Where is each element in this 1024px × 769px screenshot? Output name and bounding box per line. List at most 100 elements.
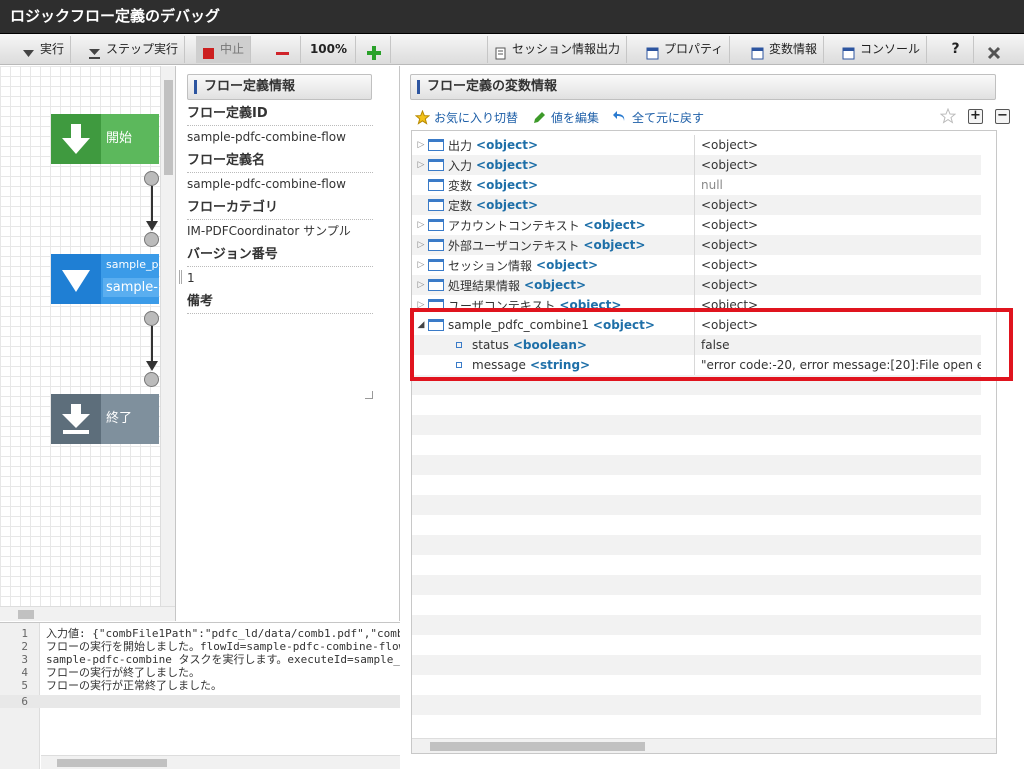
grid-vertical-scrollbar[interactable] bbox=[981, 131, 996, 739]
document-icon bbox=[494, 43, 507, 60]
flow-vertical-scrollbar[interactable] bbox=[160, 66, 175, 606]
stop-label: 中止 bbox=[220, 42, 245, 56]
arrow-down-icon bbox=[51, 394, 101, 444]
variables-label: 変数情報 bbox=[769, 42, 818, 56]
table-row[interactable]: ▷ セッション情報 <object> <object> bbox=[412, 255, 996, 275]
expand-arrow-icon[interactable]: ▷ bbox=[416, 220, 426, 230]
collapse-all-icon[interactable]: − bbox=[995, 108, 1010, 124]
console-horizontal-scrollbar[interactable] bbox=[41, 755, 400, 769]
connector-dot[interactable] bbox=[144, 311, 159, 326]
connector-dot[interactable] bbox=[144, 372, 159, 387]
properties-button[interactable]: プロパティ bbox=[640, 36, 731, 63]
scroll-thumb[interactable] bbox=[57, 759, 167, 767]
table-row[interactable]: 変数 <object> null bbox=[412, 175, 996, 195]
flow-name-value: sample-pdfc-combine-flow bbox=[187, 177, 346, 191]
undo-icon bbox=[613, 110, 625, 121]
empty-row bbox=[412, 535, 996, 555]
var-type: <object> bbox=[476, 158, 539, 172]
table-row[interactable]: ▷ 出力 <object> <object> bbox=[412, 135, 996, 155]
table-row[interactable]: ▷ 処理結果情報 <object> <object> bbox=[412, 275, 996, 295]
var-type: <object> bbox=[583, 218, 646, 232]
expand-all-icon[interactable]: + bbox=[968, 108, 983, 124]
scroll-thumb[interactable] bbox=[164, 80, 173, 175]
edit-value-button[interactable]: 値を編集 bbox=[532, 108, 599, 126]
console-button[interactable]: コンソール bbox=[836, 36, 928, 63]
run-button[interactable]: 実行 bbox=[16, 36, 72, 63]
table-row[interactable]: ▷ 入力 <object> <object> bbox=[412, 155, 996, 175]
line-text: sample-pdfc-combine タスクを実行します。executeId=… bbox=[46, 653, 400, 666]
end-node[interactable]: 終了 bbox=[51, 394, 159, 444]
flow-name-label: フロー定義名 bbox=[187, 149, 373, 173]
console-pane[interactable]: 1 入力値: {"combFile1Path":"pdfc_ld/data/com… bbox=[0, 622, 400, 769]
end-node-label: 終了 bbox=[106, 411, 133, 426]
zoom-level: 100% bbox=[302, 36, 356, 63]
var-name: 変数 bbox=[448, 178, 473, 193]
empty-row bbox=[412, 495, 996, 515]
splitter-handle[interactable] bbox=[179, 270, 182, 284]
empty-row bbox=[412, 695, 996, 715]
highlight-box bbox=[410, 308, 1013, 381]
variables-title: フロー定義の変数情報 bbox=[410, 74, 996, 100]
flow-info-pane: フロー定義情報 フロー定義ID sample-pdfc-combine-flow… bbox=[177, 66, 400, 621]
expand-arrow-icon[interactable]: ▷ bbox=[416, 280, 426, 290]
help-button[interactable]: ? bbox=[938, 36, 974, 63]
line-number: 6 bbox=[21, 695, 28, 708]
var-name: 定数 bbox=[448, 198, 473, 213]
var-value: <object> bbox=[701, 278, 759, 292]
star-icon bbox=[415, 109, 430, 125]
expand-arrow-icon[interactable]: ▷ bbox=[416, 260, 426, 270]
variables-button[interactable]: 変数情報 bbox=[745, 36, 825, 63]
connector-dot[interactable] bbox=[144, 232, 159, 247]
start-node[interactable]: 開始 bbox=[51, 114, 159, 164]
object-icon bbox=[428, 239, 444, 251]
var-type: <object> bbox=[583, 238, 646, 252]
scroll-thumb[interactable] bbox=[18, 610, 34, 619]
connector-dot[interactable] bbox=[144, 171, 159, 186]
zoom-in-button[interactable] bbox=[357, 36, 391, 63]
table-row[interactable]: 定数 <object> <object> bbox=[412, 195, 996, 215]
object-icon bbox=[428, 159, 444, 171]
expand-arrow-icon[interactable]: ▷ bbox=[416, 140, 426, 150]
star-outline-icon[interactable] bbox=[940, 108, 956, 124]
var-type: <object> bbox=[524, 278, 587, 292]
console-line: 3 sample-pdfc-combine タスクを実行します。executeId… bbox=[0, 653, 400, 666]
reset-all-label: 全て元に戻す bbox=[632, 110, 705, 125]
step-run-button[interactable]: ステップ実行 bbox=[82, 36, 186, 63]
table-row[interactable]: ▷ 外部ユーザコンテキスト <object> <object> bbox=[412, 235, 996, 255]
var-type: <object> bbox=[536, 258, 599, 272]
note-resize-grip[interactable] bbox=[365, 391, 373, 399]
task-node[interactable]: sample_pdfc_combine sample-pdfc-combine bbox=[51, 254, 159, 304]
console-line: 2 フローの実行を開始しました。flowId=sample-pdfc-combin… bbox=[0, 640, 400, 653]
line-number: 2 bbox=[21, 640, 28, 653]
expand-arrow-icon[interactable]: ▷ bbox=[416, 240, 426, 250]
session-export-button[interactable]: セッション情報出力 bbox=[487, 36, 628, 63]
close-button[interactable] bbox=[975, 36, 1013, 63]
grid-horizontal-scrollbar[interactable] bbox=[412, 738, 996, 753]
var-value: <object> bbox=[701, 258, 759, 272]
empty-row bbox=[412, 615, 996, 635]
flow-diagram-pane[interactable]: 開始 sample_pdfc_combine sample-pdfc-combi… bbox=[0, 66, 176, 621]
flow-id-label: フロー定義ID bbox=[187, 102, 373, 126]
console-label: コンソール bbox=[860, 42, 921, 56]
scroll-thumb[interactable] bbox=[430, 742, 645, 751]
table-row[interactable]: ▷ アカウントコンテキスト <object> <object> bbox=[412, 215, 996, 235]
favorite-toggle-label: お気に入り切替 bbox=[434, 110, 519, 125]
favorite-toggle-button[interactable]: お気に入り切替 bbox=[415, 108, 518, 126]
var-name: アカウントコンテキスト bbox=[448, 218, 580, 233]
console-line-active[interactable]: 6 bbox=[0, 695, 400, 708]
pencil-icon bbox=[534, 111, 546, 123]
zoom-out-button[interactable] bbox=[265, 36, 301, 63]
empty-row bbox=[412, 655, 996, 675]
minus-icon bbox=[276, 43, 289, 56]
object-icon bbox=[428, 219, 444, 231]
line-text: フローの実行を開始しました。flowId=sample-pdfc-combine… bbox=[46, 640, 400, 653]
flow-category-value: IM-PDFCoordinator サンプル bbox=[187, 224, 351, 238]
reset-all-button[interactable]: 全て元に戻す bbox=[613, 108, 704, 126]
edit-value-label: 値を編集 bbox=[551, 110, 600, 125]
line-text: フローの実行が正常終了しました。 bbox=[46, 679, 222, 692]
var-type: <object> bbox=[476, 178, 539, 192]
flow-horizontal-scrollbar[interactable] bbox=[0, 606, 175, 621]
step-down-icon bbox=[88, 43, 101, 59]
stop-button[interactable]: 中止 bbox=[196, 36, 252, 63]
expand-arrow-icon[interactable]: ▷ bbox=[416, 160, 426, 170]
